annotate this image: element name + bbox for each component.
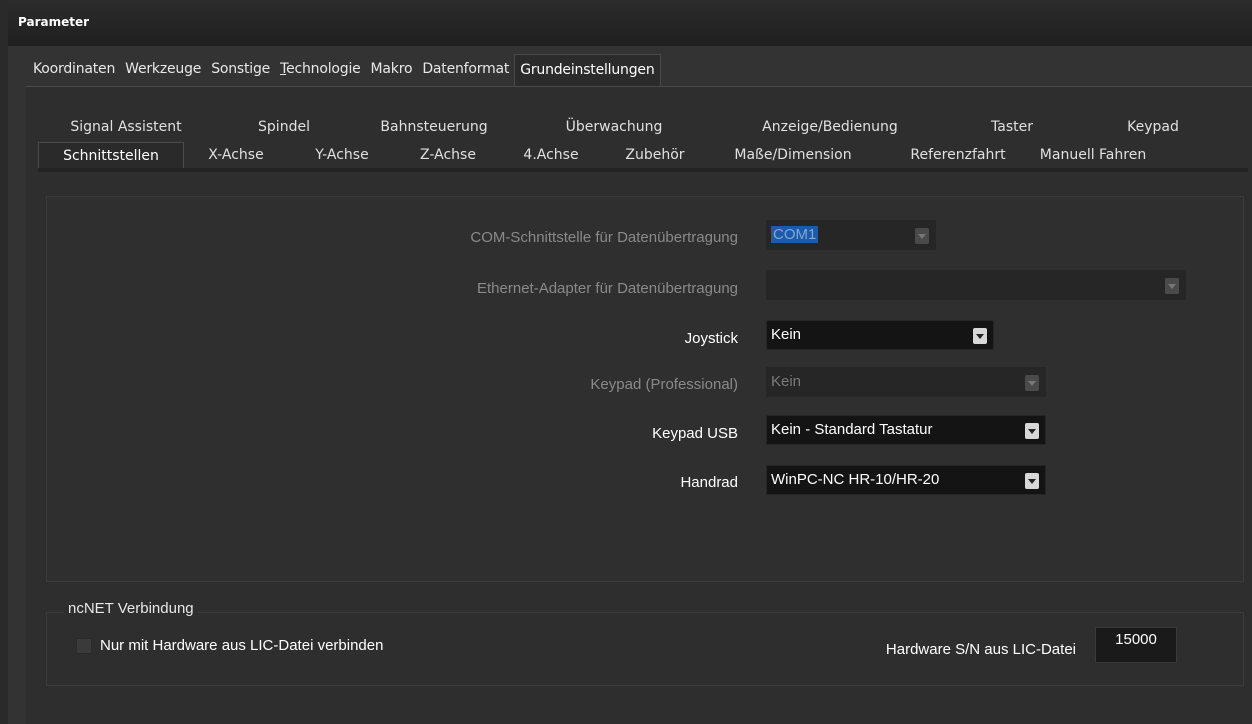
sub-tab-row-1: Signal Assistent Spindel Bahnsteuerung Ü… (38, 114, 1248, 140)
chevron-down-icon (1025, 375, 1039, 391)
hardware-sn-value: 15000 (1115, 631, 1157, 648)
tab-z-achse[interactable]: Z-Achse (396, 142, 500, 168)
parameter-window: Parameter Koordinaten Werkzeuge Sonstige… (0, 0, 1252, 724)
tab-spindel[interactable]: Spindel (214, 114, 354, 140)
handrad-label: Handrad (680, 474, 738, 491)
handrad-value: WinPC-NC HR-10/HR-20 (771, 471, 940, 488)
keypad-professional-value: Kein (771, 373, 802, 390)
tab-anzeige-bedienung[interactable]: Anzeige/Bedienung (714, 114, 946, 140)
chevron-down-icon (1025, 473, 1039, 489)
ethernet-select[interactable] (766, 270, 1186, 300)
tab-signal-assistent[interactable]: Signal Assistent (38, 114, 214, 140)
tab-x-achse[interactable]: X-Achse (184, 142, 288, 168)
hardware-sn-label: Hardware S/N aus LIC-Datei (885, 641, 1076, 658)
chevron-down-icon (915, 228, 929, 244)
tab-sonstige[interactable]: Sonstige (206, 54, 275, 86)
tab-datenformat[interactable]: Datenformat (417, 54, 514, 86)
com-select[interactable]: COM1 (766, 220, 936, 250)
keypad-professional-select[interactable]: Kein (766, 367, 1046, 397)
window-title: Parameter (18, 15, 90, 29)
keypad-professional-label: Keypad (Professional) (590, 376, 738, 393)
tab-schnittstellen[interactable]: Schnittstellen (38, 142, 184, 168)
joystick-select[interactable]: Kein (766, 320, 994, 350)
handrad-select[interactable]: WinPC-NC HR-10/HR-20 (766, 465, 1046, 495)
com-label: COM-Schnittstelle für Datenübertragung (470, 229, 738, 246)
tab-keypad[interactable]: Keypad (1078, 114, 1228, 140)
title-bar: Parameter (8, 0, 1252, 46)
hardware-sn-field[interactable]: 15000 (1095, 627, 1177, 663)
keypad-usb-label: Keypad USB (652, 425, 738, 442)
hardware-lic-checkbox[interactable] (76, 638, 92, 654)
tab-bahnsteuerung[interactable]: Bahnsteuerung (354, 114, 514, 140)
tab-taster[interactable]: Taster (946, 114, 1078, 140)
tab-y-achse[interactable]: Y-Achse (288, 142, 396, 168)
joystick-label: Joystick (684, 330, 738, 347)
chevron-down-icon (1025, 423, 1039, 439)
com-value: COM1 (771, 226, 819, 243)
ncnet-group-label: ncNET Verbindung (64, 600, 198, 617)
tab-grundeinstellungen[interactable]: Grundeinstellungen (514, 54, 661, 86)
keypad-usb-select[interactable]: Kein - Standard Tastatur (766, 415, 1046, 445)
sub-tab-underline (38, 168, 1248, 172)
tab-4-achse[interactable]: 4.Achse (500, 142, 602, 168)
tab-masse-dimension[interactable]: Maße/Dimension (708, 142, 878, 168)
main-tab-strip: Koordinaten Werkzeuge Sonstige Technolog… (28, 54, 661, 86)
tab-werkzeuge[interactable]: Werkzeuge (120, 54, 206, 86)
tab-koordinaten[interactable]: Koordinaten (28, 54, 120, 86)
tab-ueberwachung[interactable]: Überwachung (514, 114, 714, 140)
tab-makro[interactable]: Makro (366, 54, 418, 86)
tab-zubehoer[interactable]: Zubehör (602, 142, 708, 168)
sub-tab-row-2: Schnittstellen X-Achse Y-Achse Z-Achse 4… (38, 142, 1248, 168)
tab-manuell-fahren[interactable]: Manuell Fahren (1038, 142, 1148, 168)
joystick-value: Kein (771, 326, 802, 343)
chevron-down-icon (1165, 278, 1179, 294)
hardware-lic-checkbox-label[interactable]: Nur mit Hardware aus LIC-Datei verbinden (100, 637, 383, 654)
ethernet-label: Ethernet-Adapter für Datenübertragung (477, 280, 738, 297)
tab-referenzfahrt[interactable]: Referenzfahrt (878, 142, 1038, 168)
tab-technologie[interactable]: Technologie (275, 54, 365, 86)
keypad-usb-value: Kein - Standard Tastatur (771, 421, 933, 438)
chevron-down-icon (973, 328, 987, 344)
